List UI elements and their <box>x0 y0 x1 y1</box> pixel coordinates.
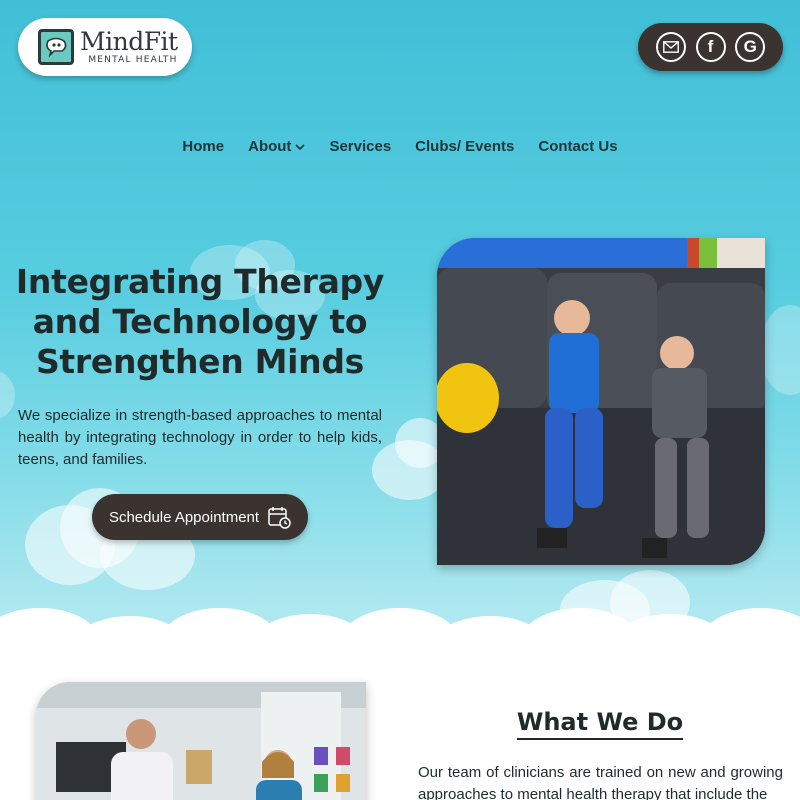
nav-item-about[interactable]: About <box>248 138 306 155</box>
nav-item-label: Clubs/ Events <box>415 138 515 155</box>
logo-tagline: MENTAL HEALTH <box>88 55 178 65</box>
nav-item-contact[interactable]: Contact Us <box>538 138 617 155</box>
what-we-do-title-text: What We Do <box>516 708 684 740</box>
what-we-do-text: Our team of clinicians are trained on ne… <box>418 764 783 800</box>
hero-photo-illustration <box>437 238 765 565</box>
nav-item-label: About <box>248 138 292 155</box>
logo-mark-icon <box>38 29 74 65</box>
team-photo-illustration <box>36 682 366 800</box>
cloud-divider <box>0 608 800 640</box>
nav-item-services[interactable]: Services <box>329 138 391 155</box>
team-photo <box>36 682 366 800</box>
envelope-icon[interactable] <box>655 32 686 62</box>
chevron-down-icon <box>295 144 306 151</box>
nav-item-home[interactable]: Home <box>182 138 224 155</box>
social-links: f G <box>638 23 783 71</box>
calendar-clock-icon <box>268 507 291 529</box>
hero-title: Integrating Therapy and Technology to St… <box>15 262 385 381</box>
hero-photo-kids-on-couch <box>437 238 765 565</box>
facebook-icon[interactable]: f <box>695 32 726 62</box>
logo[interactable]: MindFit MENTAL HEALTH <box>18 18 192 76</box>
schedule-appointment-button[interactable]: Schedule Appointment <box>92 494 308 540</box>
nav-item-clubs-events[interactable]: Clubs/ Events <box>415 138 514 155</box>
what-we-do-title: What We Do <box>420 708 780 740</box>
nav-item-label: Home <box>182 138 225 155</box>
schedule-appointment-label: Schedule Appointment <box>108 508 260 526</box>
cloud-decoration <box>760 305 800 395</box>
logo-name: MindFit <box>80 27 178 56</box>
nav-item-label: Contact Us <box>538 138 618 155</box>
nav-item-label: Services <box>329 138 392 155</box>
hero-description: We specialize in strength-based approach… <box>18 407 382 468</box>
google-icon[interactable]: G <box>735 32 766 62</box>
main-nav: Home About Services Clubs/ Events Contac… <box>0 138 800 155</box>
logo-text: MindFit MENTAL HEALTH <box>80 27 178 66</box>
